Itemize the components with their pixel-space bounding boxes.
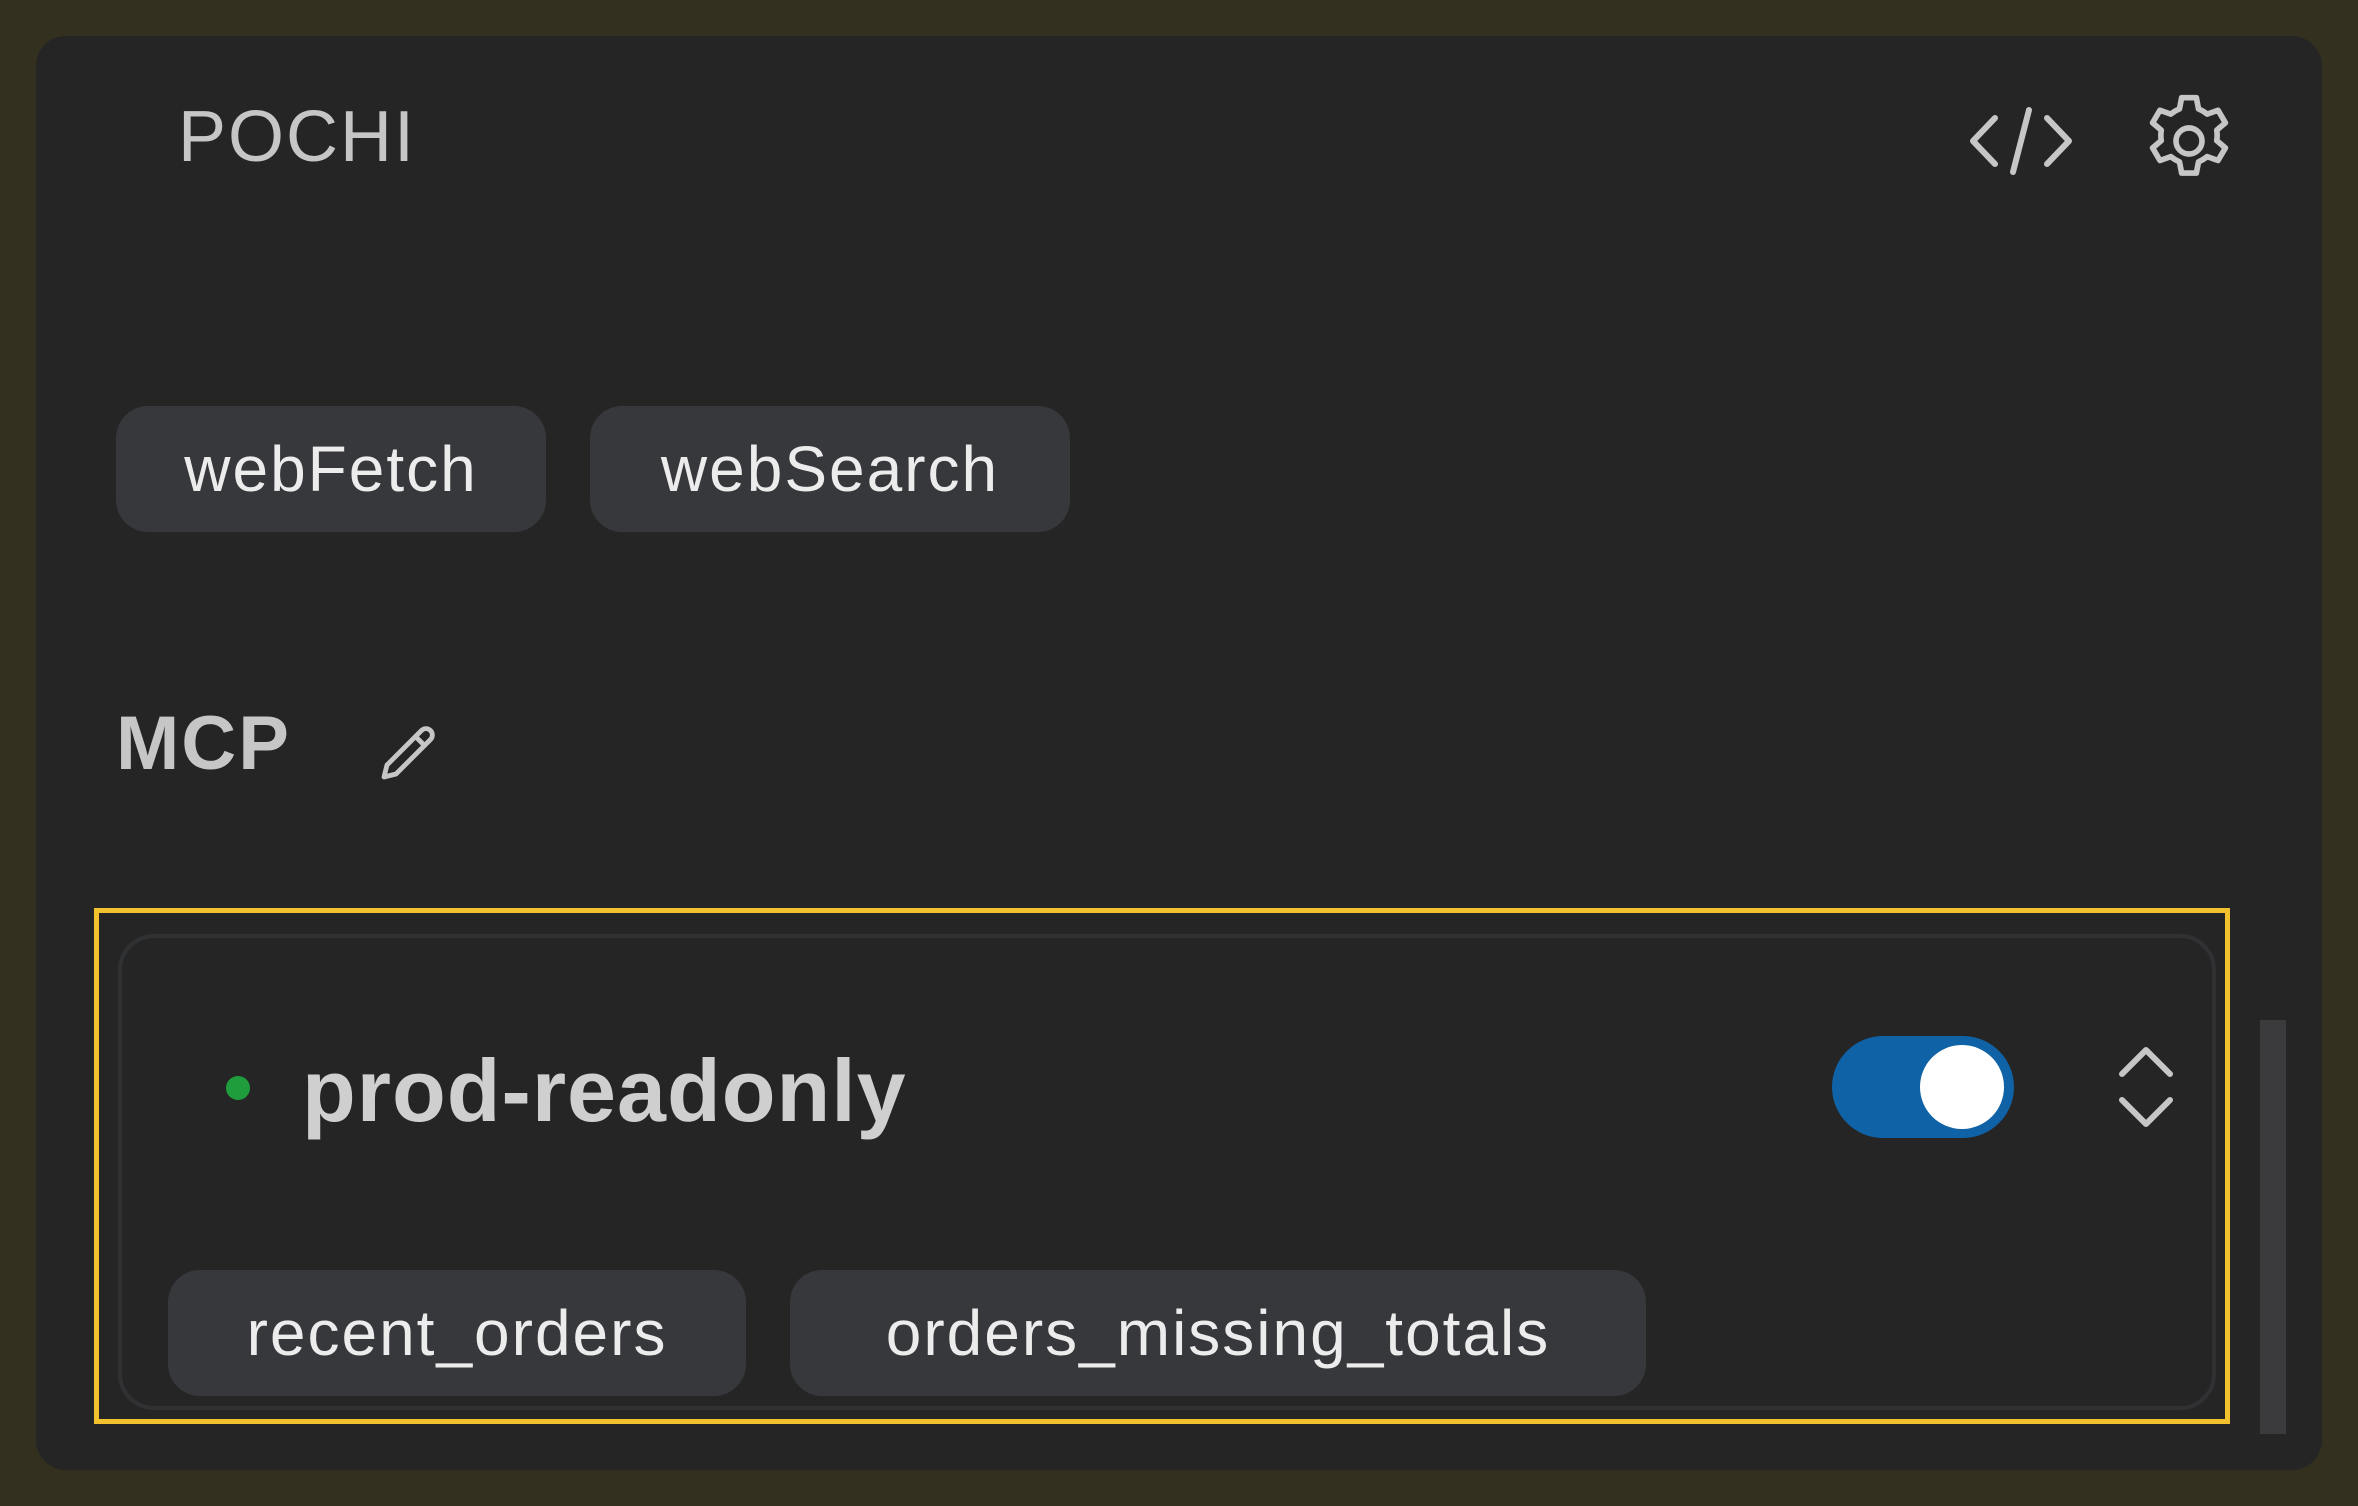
server-status-dot	[226, 1076, 250, 1100]
tool-chip-webfetch[interactable]: webFetch	[116, 406, 546, 532]
mcp-tool-chip-recent-orders[interactable]: recent_orders	[168, 1270, 746, 1396]
mcp-tool-chip-orders-missing-totals[interactable]: orders_missing_totals	[790, 1270, 1646, 1396]
chevron-up-down-icon	[2119, 1047, 2173, 1127]
mcp-edit-button[interactable]	[358, 706, 458, 806]
settings-button[interactable]	[2134, 86, 2244, 196]
mcp-section-label: MCP	[116, 701, 291, 786]
tool-chip-websearch[interactable]: webSearch	[590, 406, 1070, 532]
code-icon	[1970, 107, 2072, 175]
expand-collapse-button[interactable]	[2098, 1036, 2194, 1138]
vertical-scrollbar[interactable]	[2260, 1020, 2286, 1434]
panel-title: POCHI	[178, 97, 417, 177]
pencil-icon	[381, 726, 435, 780]
toggle-knob	[1920, 1045, 2004, 1129]
mcp-server-name: prod-readonly	[302, 1041, 907, 1140]
gear-icon	[2149, 94, 2229, 176]
code-view-button[interactable]	[1966, 86, 2076, 196]
server-enable-toggle[interactable]	[1832, 1036, 2014, 1138]
